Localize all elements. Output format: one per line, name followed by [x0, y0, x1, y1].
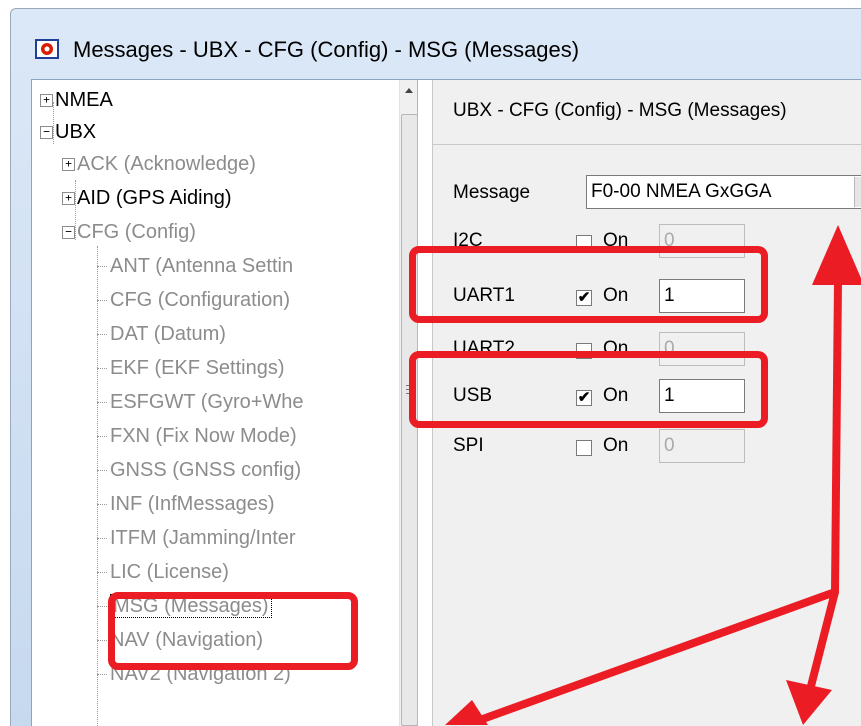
- annotation-arrows: [445, 225, 861, 725]
- arrow-up-line: [831, 276, 842, 596]
- arrow-down-line: [806, 588, 839, 694]
- arrow-left-head-icon: [445, 700, 488, 725]
- arrow-left-line: [476, 588, 839, 724]
- arrow-up-head-icon: [812, 225, 861, 285]
- arrow-down-head-icon: [786, 680, 832, 725]
